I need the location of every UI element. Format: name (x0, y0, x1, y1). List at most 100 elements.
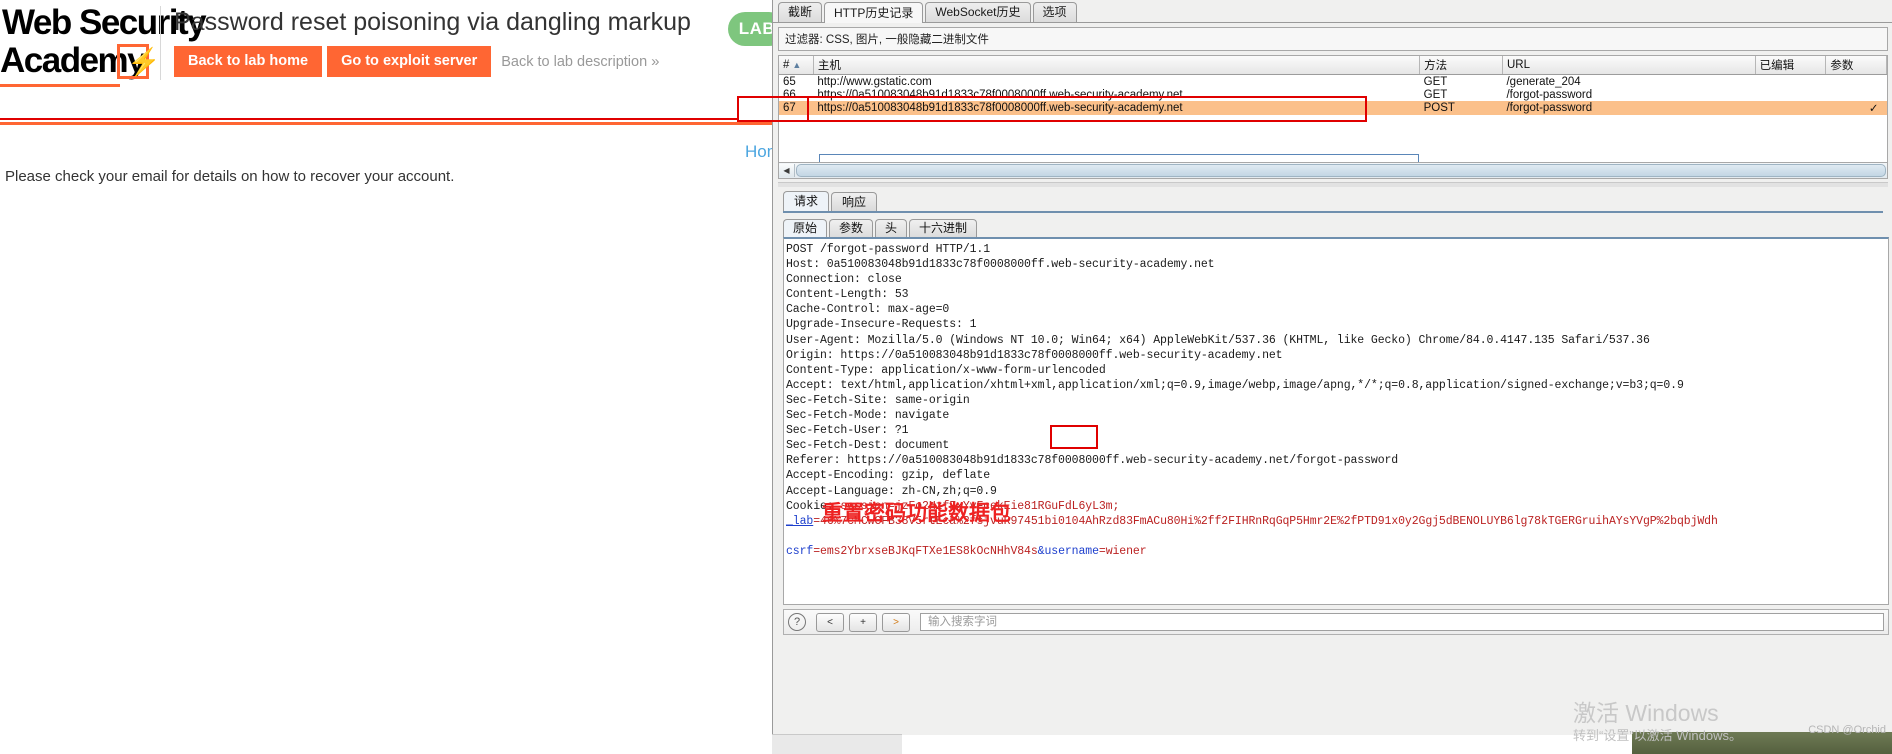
scroll-left-icon[interactable]: ◀ (779, 164, 795, 177)
find-previous-button[interactable]: < (816, 612, 844, 632)
back-to-lab-description-label: Back to lab description (501, 54, 648, 70)
request-body-line: csrf=ems2YbrxseBJKqFTXe1ES8kOcNHhV84s&us… (786, 544, 1888, 559)
cell-edited (1755, 88, 1826, 101)
panel-splitter[interactable] (778, 182, 1888, 187)
tab-response[interactable]: 响应 (831, 192, 878, 211)
cell-host: https://0a510083048b91d1833c78f0008000ff… (813, 101, 1420, 115)
http-history-table-container: # ▲ 主机 方法 URL 已编辑 参数 65 http://www.gstati… (778, 55, 1888, 163)
cell-url: /forgot-password (1502, 101, 1756, 115)
cell-method: GET (1423, 88, 1448, 101)
cookie-lab-name: _lab (786, 514, 814, 528)
request-message-editor[interactable]: POST /forgot-password HTTP/1.1 Host: 0a5… (783, 237, 1889, 605)
page-title: Password reset poisoning via dangling ma… (174, 8, 691, 36)
table-horizontal-scrollbar[interactable]: ◀ (778, 163, 1888, 179)
tab-request[interactable]: 请求 (783, 191, 830, 211)
body-username-key: username (1044, 544, 1099, 558)
back-to-lab-description-link[interactable]: Back to lab description» (501, 53, 659, 70)
request-line: Content-Length: 53 (786, 288, 909, 302)
cell-num: 66 (783, 88, 796, 101)
column-header-num[interactable]: # ▲ (779, 56, 814, 75)
burp-suite-window: 截断 HTTP历史记录 WebSocket历史 选项 过滤器: CSS, 图片,… (772, 0, 1892, 735)
body-csrf-value: =ems2YbrxseBJKqFTXe1ES8kOcNHhV84s (813, 544, 1038, 558)
table-row[interactable]: 66 https://0a510083048b91d1833c78f000800… (779, 88, 1887, 101)
tab-hex[interactable]: 十六进制 (909, 219, 978, 237)
username-value-highlight-box (1050, 425, 1098, 449)
cell-params (1826, 75, 1887, 89)
request-blank-line (786, 529, 1888, 544)
tab-intercept[interactable]: 截断 (778, 2, 823, 22)
request-line: Connection: close (786, 273, 902, 287)
body-csrf-key: csrf (786, 544, 814, 558)
request-line: User-Agent: Mozilla/5.0 (Windows NT 10.0… (786, 333, 1650, 347)
tab-options[interactable]: 选项 (1032, 2, 1077, 22)
cell-host: http://www.gstatic.com (817, 75, 932, 88)
cell-edited (1755, 101, 1826, 115)
column-header-params[interactable]: 参数 (1825, 56, 1887, 75)
annotation-leader-line (0, 118, 739, 120)
table-header-row: # ▲ 主机 方法 URL 已编辑 参数 (779, 56, 1887, 75)
tab-params[interactable]: 参数 (829, 219, 874, 237)
lab-action-buttons: Back to lab home Go to exploit server Ba… (174, 46, 659, 77)
bolt-glyph: ⚡ (127, 47, 161, 77)
search-input[interactable] (926, 615, 1883, 629)
request-line: Host: 0a510083048b91d1833c78f0008000ff.w… (786, 258, 1215, 272)
request-line: Upgrade-Insecure-Requests: 1 (786, 318, 977, 332)
table-row[interactable]: 65 http://www.gstatic.com GET /generate_… (779, 75, 1887, 89)
cell-method: POST (1419, 101, 1503, 115)
help-icon[interactable]: ? (788, 613, 806, 631)
request-line: Accept-Encoding: gzip, deflate (786, 469, 991, 483)
request-line: Sec-Fetch-Mode: navigate (786, 409, 950, 423)
logo-line-1: Web Security (2, 3, 207, 42)
lightning-bolt-icon: ⚡ (117, 44, 161, 79)
selected-row-focus-outline (819, 154, 1419, 162)
cell-params: ✓ (1825, 101, 1887, 115)
cell-num: 65 (783, 75, 796, 88)
request-line: Sec-Fetch-Dest: document (786, 439, 950, 453)
editor-bottom-bar: ? < + > (783, 609, 1889, 635)
request-line: POST /forgot-password HTTP/1.1 (786, 243, 991, 256)
message-tabstrip: 请求 响应 (783, 190, 1883, 213)
table-row[interactable]: 67 https://0a510083048b91d1833c78f000800… (779, 101, 1887, 115)
web-security-academy-logo[interactable]: Web Security Academy ⚡ (0, 3, 207, 88)
taskbar-sliver (772, 734, 902, 754)
tab-http-history[interactable]: HTTP历史记录 (824, 2, 924, 23)
column-header-url[interactable]: URL (1502, 56, 1756, 75)
column-header-edited[interactable]: 已编辑 (1755, 56, 1827, 75)
tab-raw[interactable]: 原始 (783, 219, 828, 237)
request-line: Cache-Control: max-age=0 (786, 303, 950, 317)
find-next-button[interactable]: > (882, 612, 910, 632)
cell-url: /generate_204 (1506, 75, 1581, 88)
tab-websocket-history[interactable]: WebSocket历史 (925, 2, 1031, 22)
cell-url: /forgot-password (1506, 88, 1593, 101)
logo-underline (0, 84, 120, 87)
search-input-container[interactable] (920, 613, 1884, 631)
back-to-lab-home-button[interactable]: Back to lab home (174, 46, 323, 77)
cell-num: 67 (779, 101, 814, 115)
request-line: Origin: https://0a510083048b91d1833c78f0… (786, 348, 1283, 362)
scrollbar-thumb[interactable] (796, 164, 1886, 177)
go-to-exploit-server-button[interactable]: Go to exploit server (327, 46, 492, 77)
desktop-background-sliver (1632, 732, 1892, 754)
request-line: Referer: https://0a510083048b91d1833c78f… (786, 454, 1399, 468)
cell-edited (1755, 75, 1826, 89)
request-line: Sec-Fetch-User: ?1 (786, 424, 909, 438)
request-line: Accept: text/html,application/xhtml+xml,… (786, 378, 1684, 392)
cell-params (1826, 88, 1887, 101)
column-header-method[interactable]: 方法 (1419, 56, 1503, 75)
message-view-tabstrip: 原始 参数 头 十六进制 (783, 217, 1892, 237)
header-divider (160, 6, 161, 80)
double-chevron-right-icon: » (651, 53, 660, 70)
add-button[interactable]: + (849, 612, 877, 632)
request-line: Content-Type: application/x-www-form-url… (786, 363, 1106, 377)
filter-bar[interactable]: 过滤器: CSS, 图片, 一般隐藏二进制文件 (778, 27, 1888, 51)
cell-host: https://0a510083048b91d1833c78f0008000ff… (817, 88, 1183, 101)
request-line: Sec-Fetch-Site: same-origin (786, 393, 970, 407)
sort-ascending-icon: ▲ (792, 60, 802, 70)
confirmation-message: Please check your email for details on h… (5, 168, 455, 185)
proxy-tabstrip: 截断 HTTP历史记录 WebSocket历史 选项 (773, 0, 1892, 23)
column-header-host[interactable]: 主机 (813, 56, 1421, 75)
tab-headers[interactable]: 头 (875, 219, 908, 237)
column-header-num-label: # (783, 59, 790, 71)
cell-method: GET (1423, 75, 1448, 88)
annotation-reset-password-packet: 重置密码功能数据包 (822, 501, 1011, 525)
